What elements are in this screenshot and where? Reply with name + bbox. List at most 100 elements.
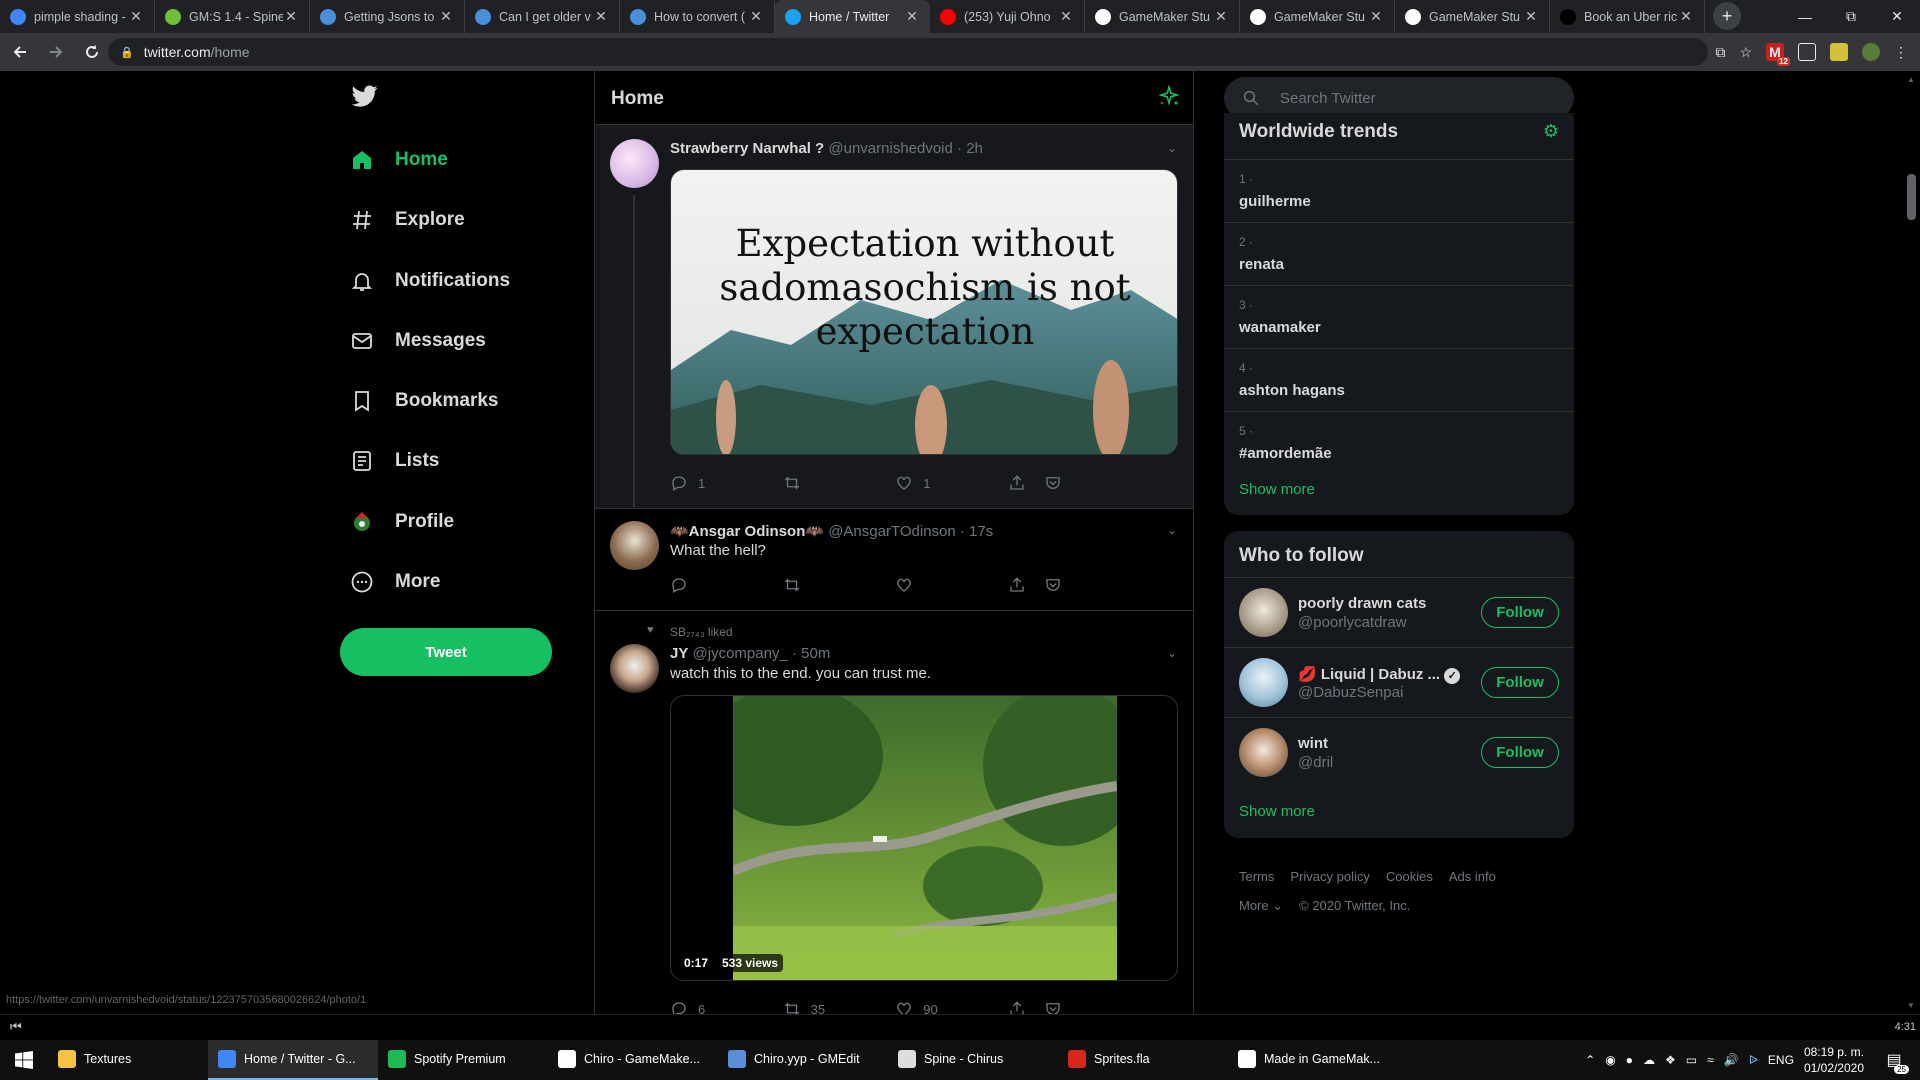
tweet-button[interactable]: Tweet: [340, 628, 552, 676]
follow-suggestion[interactable]: 💋 Liquid | Dabuz ... ✓ @DabuzSenpai Follow: [1224, 647, 1574, 717]
tray-app-icon[interactable]: ●: [1626, 1053, 1633, 1067]
scroll-thumb[interactable]: [1907, 174, 1916, 220]
nav-item-more[interactable]: More: [349, 557, 440, 607]
tweet-time[interactable]: · 17s: [960, 523, 993, 540]
retweet-button[interactable]: [783, 575, 896, 595]
reload-button[interactable]: [74, 34, 110, 70]
follow-suggestion[interactable]: wint @dril Follow: [1224, 717, 1574, 787]
share-button[interactable]: [1008, 999, 1044, 1014]
close-tab-icon[interactable]: ✕: [438, 8, 454, 25]
close-tab-icon[interactable]: ✕: [1368, 8, 1384, 25]
forward-button[interactable]: [38, 34, 74, 70]
browser-tab[interactable]: pimple shading - ✕: [0, 0, 155, 33]
taskbar-app[interactable]: Chiro.yyp - GMEdit: [718, 1040, 888, 1080]
trend-item[interactable]: 1 · guilherme: [1224, 159, 1574, 222]
volume-icon[interactable]: 🔊: [1724, 1053, 1739, 1067]
menu-dots-icon[interactable]: ⋮: [1894, 44, 1908, 61]
avatar[interactable]: [1239, 588, 1288, 637]
taskbar-app[interactable]: Spotify Premium: [378, 1040, 548, 1080]
tweet[interactable]: Strawberry Narwhal ? @unvarnishedvoid · …: [595, 125, 1193, 509]
share-button[interactable]: [1008, 473, 1044, 493]
tweet-author-name[interactable]: JY: [670, 645, 688, 662]
twitter-logo-icon[interactable]: [350, 83, 380, 109]
battery-icon[interactable]: ▭: [1686, 1053, 1697, 1067]
chevron-down-icon[interactable]: ⌄: [1163, 141, 1181, 159]
nav-item-bookmarks[interactable]: Bookmarks: [349, 376, 499, 426]
footer-link[interactable]: Ads info: [1449, 869, 1496, 884]
follow-button[interactable]: Follow: [1481, 667, 1559, 698]
close-tab-icon[interactable]: ✕: [748, 8, 764, 25]
share-button[interactable]: [1008, 575, 1044, 595]
browser-tab[interactable]: Can I get older v ✕: [465, 0, 620, 33]
nav-item-explore[interactable]: Explore: [349, 195, 465, 245]
scroll-down-arrow[interactable]: ▼: [1907, 1001, 1915, 1010]
close-tab-icon[interactable]: ✕: [904, 8, 920, 25]
tweet[interactable]: 🦇Ansgar Odinson🦇 @AnsgarTOdinson · 17s ⌄…: [595, 509, 1193, 611]
pocket-save-button[interactable]: [1044, 575, 1080, 595]
avatar[interactable]: [1239, 658, 1288, 707]
trend-item[interactable]: 5 · #amordemãe: [1224, 411, 1574, 474]
show-more-follow[interactable]: Show more: [1239, 803, 1315, 820]
close-tab-icon[interactable]: ✕: [128, 8, 144, 25]
reply-button[interactable]: [670, 575, 783, 595]
close-window-button[interactable]: ✕: [1874, 0, 1920, 33]
like-button[interactable]: 90: [895, 999, 1008, 1014]
like-button[interactable]: [895, 575, 1008, 595]
footer-link[interactable]: Terms: [1239, 869, 1274, 884]
tweet-author-handle[interactable]: @AnsgarTOdinson: [828, 523, 956, 540]
pocket-save-button[interactable]: [1044, 999, 1080, 1014]
follow-suggestion[interactable]: poorly drawn cats @poorlycatdraw Follow: [1224, 577, 1574, 647]
social-context[interactable]: SB₂₇₄₃ liked: [670, 625, 733, 639]
taskbar-app[interactable]: Sprites.fla: [1058, 1040, 1228, 1080]
close-tab-icon[interactable]: ✕: [593, 8, 609, 25]
extension-icon[interactable]: [1830, 43, 1848, 61]
dropbox-icon[interactable]: ❖: [1665, 1053, 1676, 1067]
chevron-up-icon[interactable]: ⌃: [1585, 1053, 1595, 1067]
nav-item-notifications[interactable]: Notifications: [349, 256, 510, 306]
nav-item-lists[interactable]: Lists: [349, 436, 439, 486]
chevron-down-icon[interactable]: ⌄: [1163, 646, 1181, 664]
close-tab-icon[interactable]: ✕: [1058, 8, 1074, 25]
taskbar-app[interactable]: Home / Twitter - G...: [208, 1040, 378, 1080]
pocket-extension-icon[interactable]: [1798, 43, 1816, 61]
like-button[interactable]: 1: [895, 473, 1008, 493]
tweet-author-name[interactable]: Strawberry Narwhal ?: [670, 140, 824, 157]
bluetooth-icon[interactable]: ᐉ: [1749, 1053, 1758, 1067]
action-center-button[interactable]: ▤ 25: [1874, 1040, 1914, 1080]
follow-button[interactable]: Follow: [1481, 597, 1559, 628]
tweet-time[interactable]: · 2h: [957, 140, 983, 157]
close-tab-icon[interactable]: ✕: [1213, 8, 1229, 25]
follow-button[interactable]: Follow: [1481, 737, 1559, 768]
taskbar-app[interactable]: Made in GameMak...: [1228, 1040, 1398, 1080]
chevron-down-icon[interactable]: ⌄: [1163, 523, 1181, 541]
nav-item-messages[interactable]: Messages: [349, 316, 486, 366]
pocket-save-button[interactable]: [1044, 473, 1080, 493]
tweet-time[interactable]: · 50m: [792, 645, 830, 662]
close-tab-icon[interactable]: ✕: [1678, 8, 1694, 25]
browser-tab[interactable]: Getting Jsons to ✕: [310, 0, 465, 33]
start-button[interactable]: [0, 1040, 48, 1080]
cloud-icon[interactable]: ☁: [1643, 1053, 1655, 1067]
restore-button[interactable]: ⧉: [1828, 0, 1874, 33]
browser-tab[interactable]: Home / Twitter ✕: [775, 0, 930, 33]
bookmark-star-icon[interactable]: ☆: [1739, 44, 1752, 61]
retweet-button[interactable]: 35: [783, 999, 896, 1014]
avatar[interactable]: [1239, 728, 1288, 777]
taskbar-app[interactable]: Chiro - GameMake...: [548, 1040, 718, 1080]
nav-item-home[interactable]: Home: [349, 135, 448, 185]
tweet-image[interactable]: Expectation without sadomasochism is not…: [670, 169, 1178, 455]
skip-back-icon[interactable]: ⏮: [10, 1019, 22, 1035]
footer-more[interactable]: More ⌄: [1239, 898, 1283, 914]
taskbar-app[interactable]: Spine - Chirus: [888, 1040, 1058, 1080]
trend-item[interactable]: 3 · wanamaker: [1224, 285, 1574, 348]
minimize-button[interactable]: —: [1782, 0, 1828, 33]
open-in-app-icon[interactable]: ⧉: [1715, 44, 1725, 61]
tweet-author-handle[interactable]: @unvarnishedvoid: [828, 140, 952, 157]
sparkle-icon[interactable]: [1157, 84, 1181, 109]
browser-tab[interactable]: GM:S 1.4 - Spine ✕: [155, 0, 310, 33]
taskbar-app[interactable]: Textures: [48, 1040, 208, 1080]
language-indicator[interactable]: ENG: [1768, 1053, 1794, 1067]
page-scrollbar[interactable]: ▲ ▼: [1903, 71, 1920, 1014]
settings-gear-icon[interactable]: ⚙: [1543, 121, 1559, 142]
browser-tab[interactable]: How to convert (✕: [620, 0, 775, 33]
